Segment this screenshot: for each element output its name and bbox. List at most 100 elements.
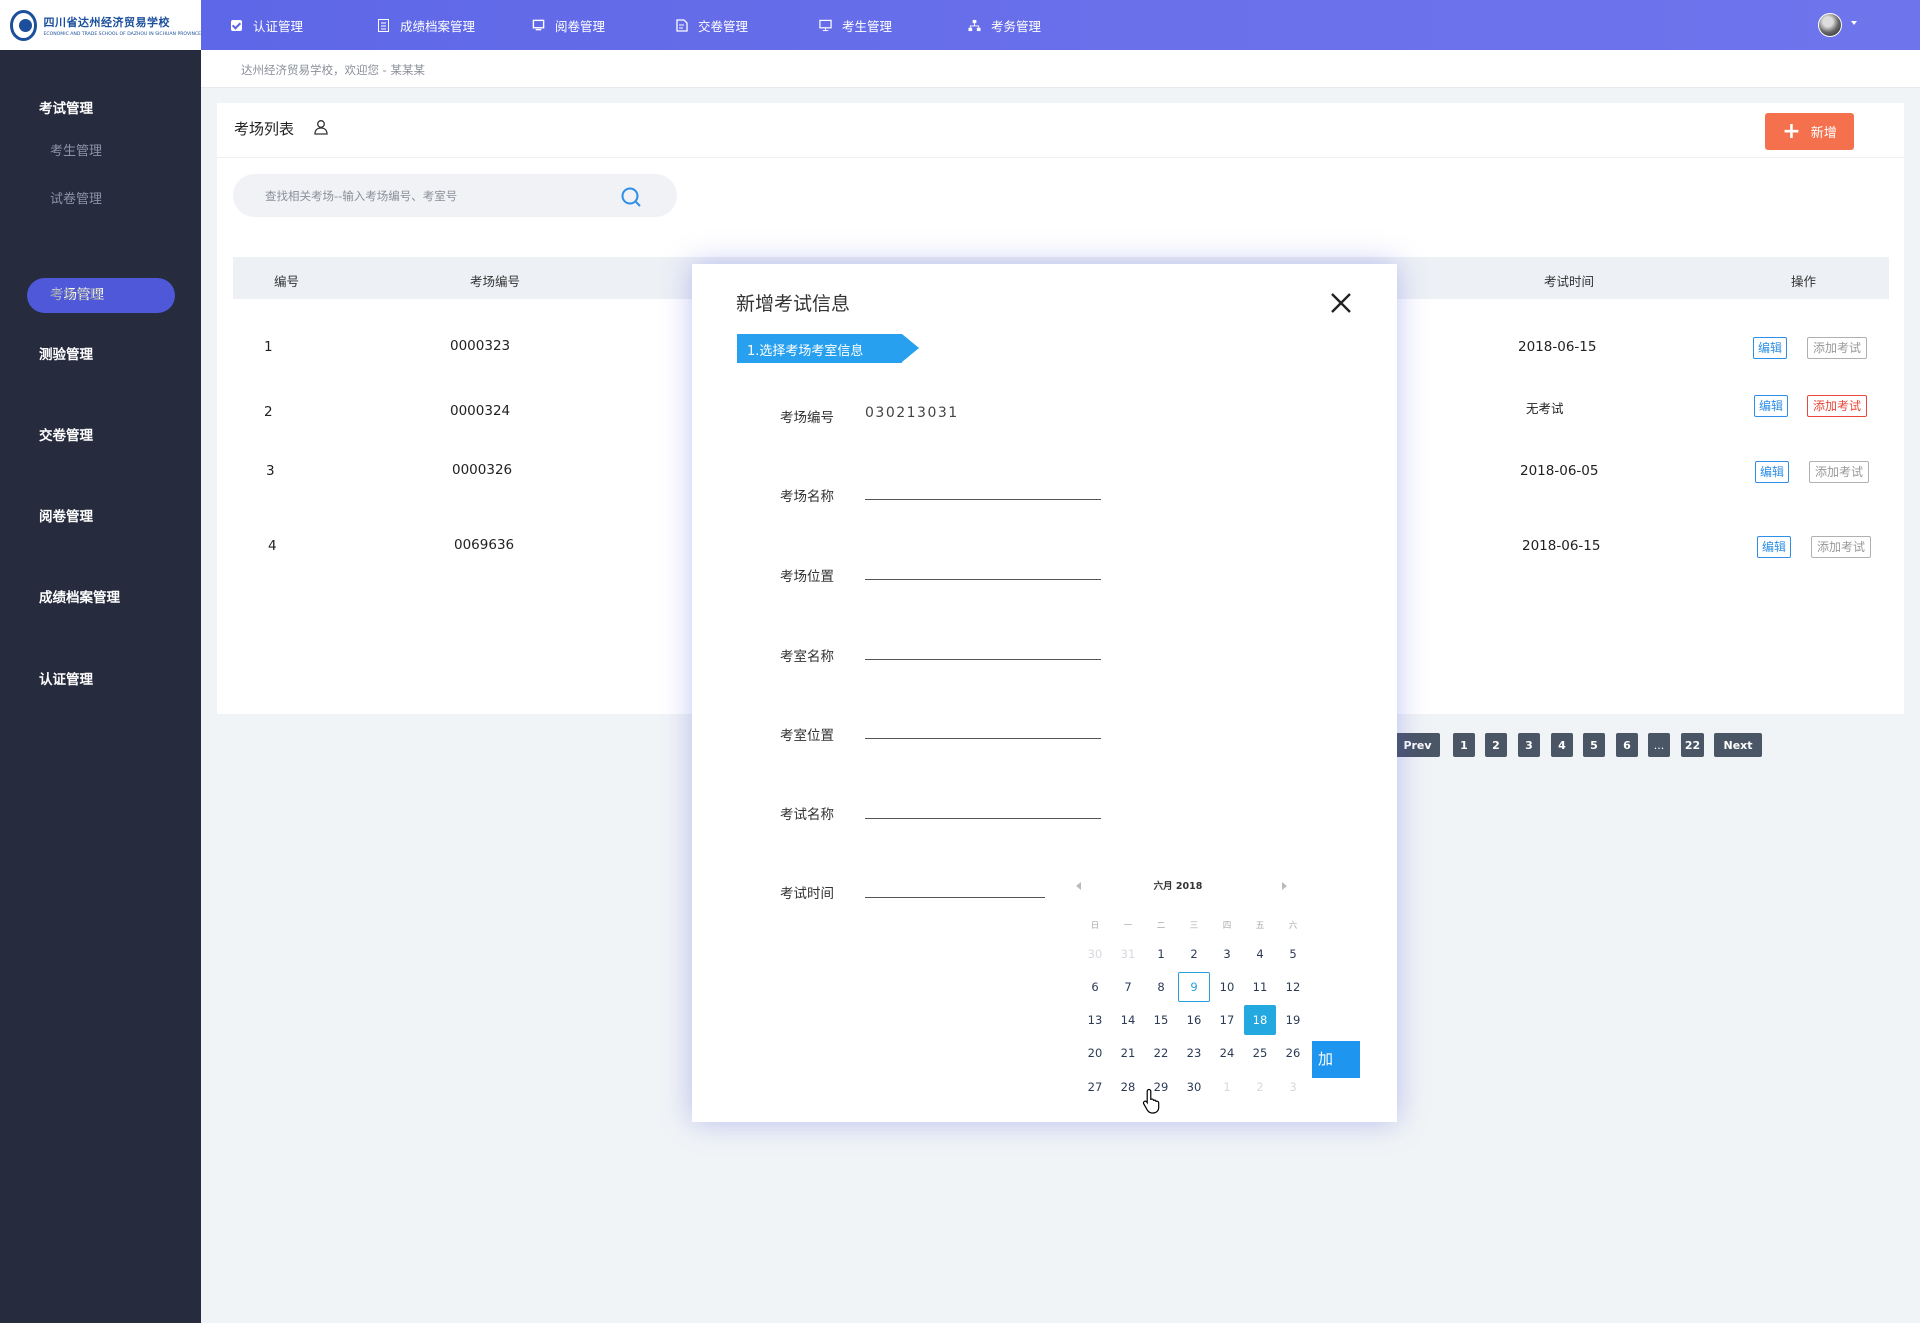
topnav-item-examinee[interactable]: 考生管理 <box>819 0 892 50</box>
calendar-day[interactable]: 8 <box>1145 972 1177 1002</box>
sidebar-group-auth[interactable]: 认证管理 <box>39 668 93 688</box>
field-value-room-code: 030213031 <box>865 405 959 421</box>
close-icon[interactable] <box>1328 290 1354 316</box>
calendar-day[interactable]: 9 <box>1178 972 1210 1002</box>
page-title: 考场列表 <box>234 120 295 138</box>
plus-icon: + <box>1782 118 1801 144</box>
user-avatar[interactable] <box>1818 13 1842 37</box>
pagination-page[interactable]: 3 <box>1518 733 1540 757</box>
pagination-next[interactable]: Next <box>1714 733 1762 757</box>
classroom-name-input[interactable] <box>865 659 1101 660</box>
calendar-day[interactable]: 10 <box>1211 972 1243 1002</box>
sidebar-group-score-archive[interactable]: 成绩档案管理 <box>39 586 120 606</box>
calendar-day[interactable]: 5 <box>1277 939 1309 969</box>
sidebar-group-exam[interactable]: 考试管理 <box>39 97 93 117</box>
school-logo[interactable]: 四川省达州经济贸易学校 ECONOMIC AND TRADE SCHOOL OF… <box>0 0 201 50</box>
calendar-day[interactable]: 11 <box>1244 972 1276 1002</box>
calendar-day: 2 <box>1256 1080 1264 1094</box>
edit-button[interactable]: 编辑 <box>1753 337 1788 359</box>
file-edit-icon <box>675 18 688 32</box>
calendar-day[interactable]: 15 <box>1145 1005 1177 1035</box>
add-exam-button[interactable]: 添加考试 <box>1811 536 1872 558</box>
calendar-day[interactable]: 24 <box>1211 1038 1243 1068</box>
submit-button[interactable]: 加 <box>1312 1041 1360 1078</box>
chevron-down-icon[interactable] <box>1851 21 1857 25</box>
calendar-day[interactable]: 21 <box>1112 1038 1144 1068</box>
calendar-day[interactable]: 28 <box>1112 1072 1144 1102</box>
calendar-day[interactable]: 27 <box>1079 1072 1111 1102</box>
pagination-page[interactable]: 6 <box>1616 733 1638 757</box>
pagination-page[interactable]: 5 <box>1583 733 1605 757</box>
calendar-day[interactable]: 30 <box>1178 1072 1210 1102</box>
cell-time: 2018-06-15 <box>1518 339 1597 355</box>
calendar-day[interactable]: 7 <box>1112 972 1144 1002</box>
topnav-item-submission[interactable]: 交卷管理 <box>675 0 748 50</box>
sidebar-item-paper[interactable]: 试卷管理 <box>50 188 102 207</box>
topnav-item-marking[interactable]: 阅卷管理 <box>532 0 605 50</box>
calendar-day[interactable]: 22 <box>1145 1038 1177 1068</box>
calendar-day[interactable]: 6 <box>1079 972 1111 1002</box>
calendar-day[interactable]: 16 <box>1178 1005 1210 1035</box>
col-header-no: 编号 <box>274 274 300 289</box>
topnav-item-auth[interactable]: 认证管理 <box>230 0 303 50</box>
calendar-day[interactable]: 25 <box>1244 1038 1276 1068</box>
field-label-room-code: 考场编号 <box>780 410 834 426</box>
sidebar-item-affairs[interactable]: 考务管理 <box>50 284 102 303</box>
calendar-weekday: 六 <box>1288 921 1298 931</box>
room-name-input[interactable] <box>865 499 1101 500</box>
next-month-icon[interactable] <box>1282 882 1287 890</box>
pagination-page[interactable]: 4 <box>1551 733 1573 757</box>
add-exam-button[interactable]: 添加考试 <box>1809 461 1870 483</box>
classroom-location-input[interactable] <box>865 738 1101 739</box>
add-button[interactable]: + 新增 <box>1765 113 1854 150</box>
cell-code: 0000324 <box>450 403 511 419</box>
checkbox-icon <box>230 19 243 32</box>
pagination-page[interactable]: 22 <box>1681 733 1704 757</box>
cell-code: 0000323 <box>450 338 511 354</box>
calendar-day[interactable]: 19 <box>1277 1005 1309 1035</box>
topnav-item-affairs[interactable]: 考务管理 <box>968 0 1041 50</box>
pagination-prev[interactable]: Prev <box>1395 733 1440 757</box>
step-label: 1.选择考场考室信息 <box>747 344 864 359</box>
desktop-icon <box>819 19 832 32</box>
calendar-day[interactable]: 3 <box>1211 939 1243 969</box>
sidebar-group-submission[interactable]: 交卷管理 <box>39 424 93 444</box>
calendar-day[interactable]: 17 <box>1211 1005 1243 1035</box>
logo-name-cn: 四川省达州经济贸易学校 <box>43 15 170 29</box>
user-lock-icon <box>314 120 328 135</box>
room-location-input[interactable] <box>865 579 1101 580</box>
calendar-day[interactable]: 2 <box>1178 939 1210 969</box>
calendar-day[interactable]: 4 <box>1244 939 1276 969</box>
pagination-page[interactable]: 1 <box>1453 733 1475 757</box>
calendar-day[interactable]: 20 <box>1079 1038 1111 1068</box>
calendar-day: 30 <box>1087 947 1103 961</box>
calendar-day[interactable]: 23 <box>1178 1038 1210 1068</box>
logo-text: 四川省达州经济贸易学校 ECONOMIC AND TRADE SCHOOL OF… <box>43 14 201 37</box>
exam-time-input[interactable] <box>865 897 1045 898</box>
calendar-day[interactable]: 26 <box>1277 1038 1309 1068</box>
sidebar-group-marking[interactable]: 阅卷管理 <box>39 505 93 525</box>
calendar-day[interactable]: 12 <box>1277 972 1309 1002</box>
edit-button[interactable]: 编辑 <box>1757 536 1792 558</box>
sidebar-group-quiz[interactable]: 测验管理 <box>39 343 93 363</box>
pagination-page[interactable]: 2 <box>1485 733 1507 757</box>
add-exam-button[interactable]: 添加考试 <box>1807 337 1868 359</box>
search-input[interactable] <box>265 174 605 217</box>
search-icon[interactable] <box>620 186 642 208</box>
calendar-day: 31 <box>1120 947 1136 961</box>
exam-name-input[interactable] <box>865 818 1101 819</box>
edit-button[interactable]: 编辑 <box>1754 395 1789 417</box>
calendar-day[interactable]: 14 <box>1112 1005 1144 1035</box>
calendar-weekday: 日 <box>1090 921 1100 931</box>
calendar-day[interactable]: 13 <box>1079 1005 1111 1035</box>
sidebar-item-examinee[interactable]: 考生管理 <box>50 140 102 159</box>
add-exam-button[interactable]: 添加考试 <box>1807 395 1868 417</box>
calendar-day[interactable]: 18 <box>1244 1005 1276 1035</box>
search-box <box>233 174 677 217</box>
school-seal-icon <box>10 9 38 41</box>
calendar-weekday: 二 <box>1156 921 1166 931</box>
topnav-item-score-archive[interactable]: 成绩档案管理 <box>377 0 475 50</box>
edit-button[interactable]: 编辑 <box>1755 461 1790 483</box>
calendar-day[interactable]: 1 <box>1145 939 1177 969</box>
topnav-label: 成绩档案管理 <box>400 18 476 34</box>
